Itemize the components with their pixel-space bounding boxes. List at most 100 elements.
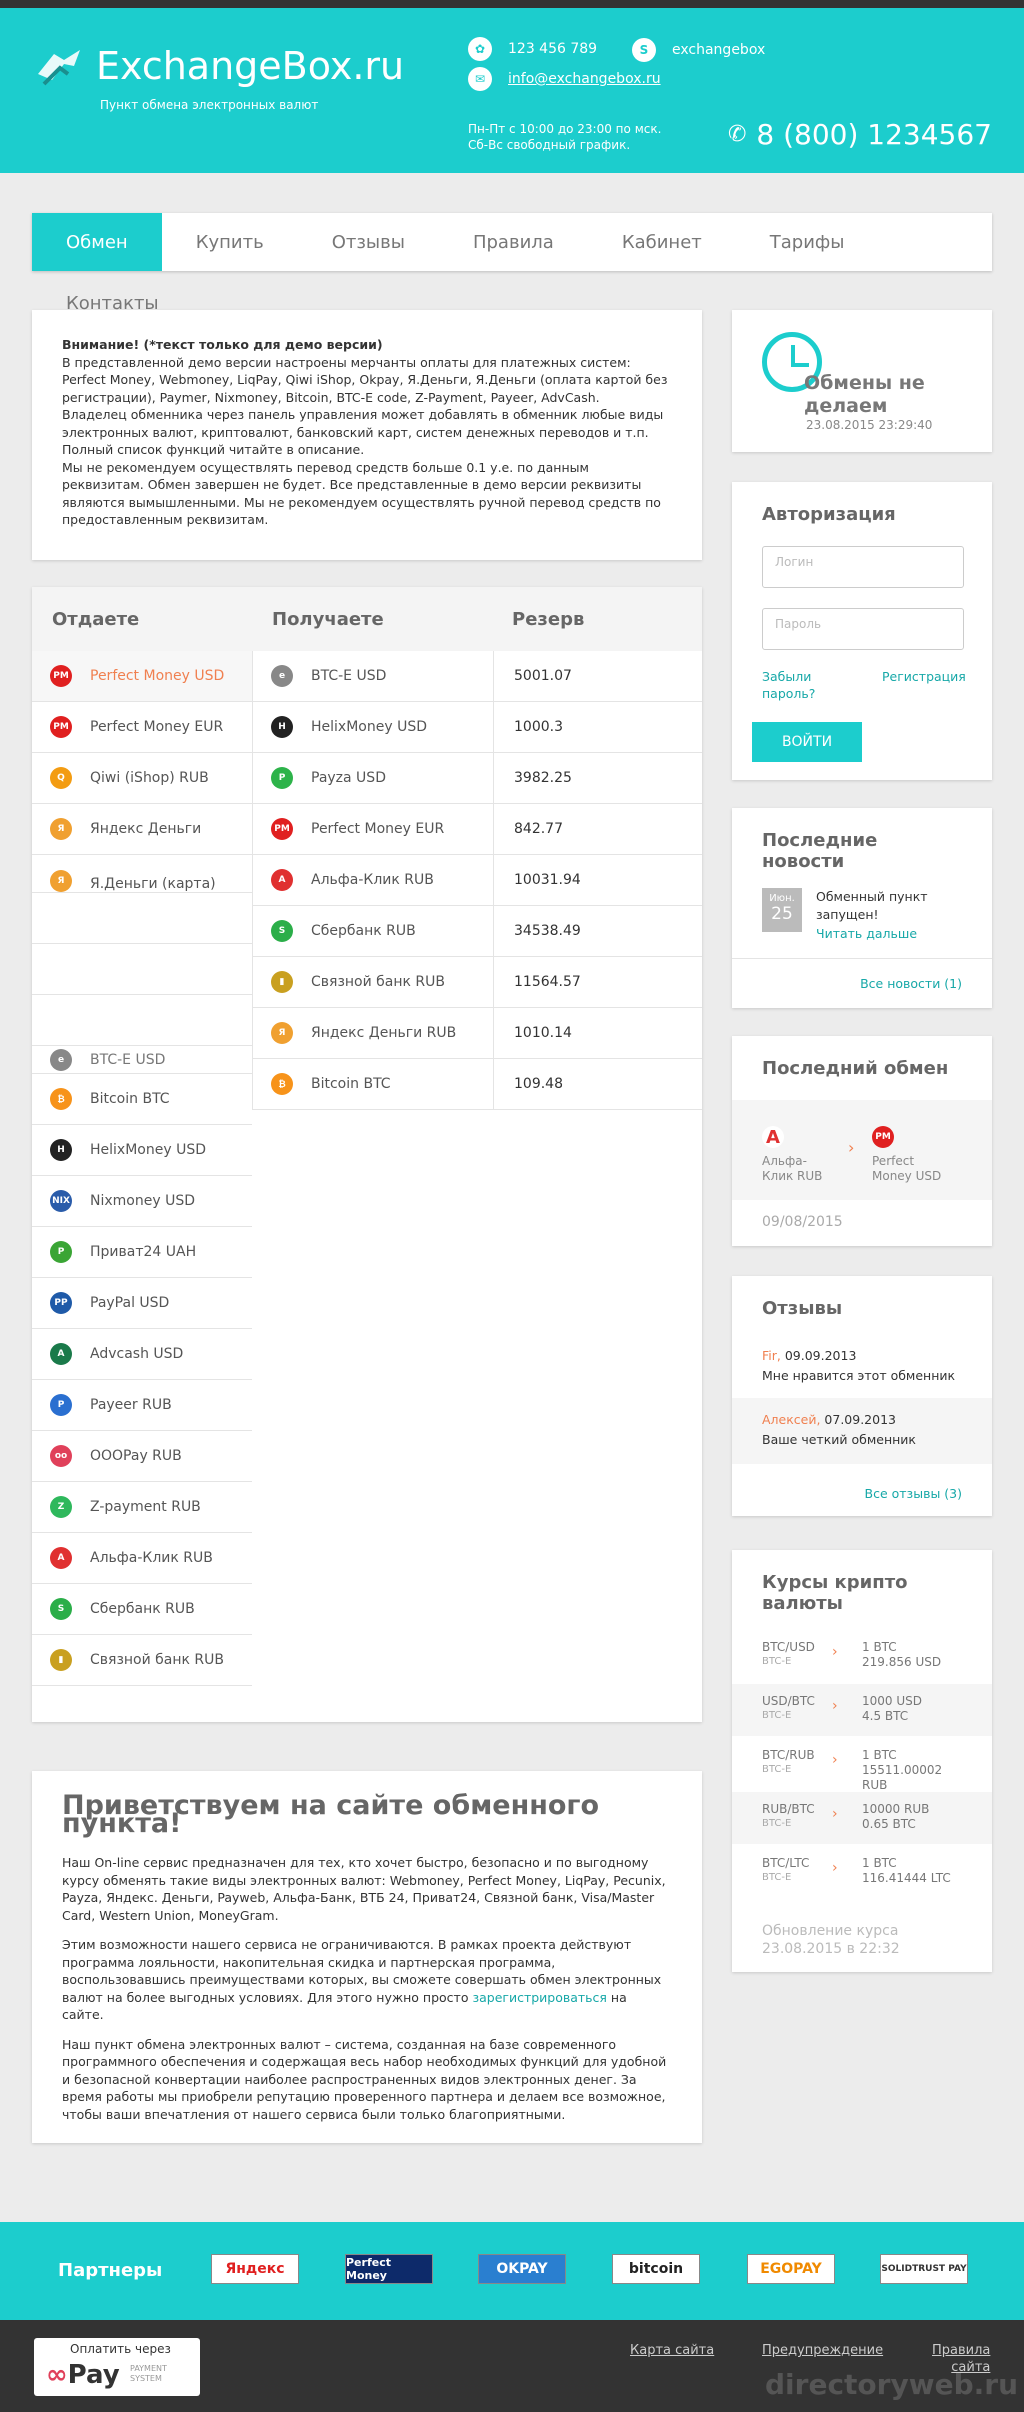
news-date-badge: Июн. 25 [762, 888, 802, 932]
table-row[interactable]: oo OOOPay RUB [32, 1431, 252, 1482]
footer-link-sitemap[interactable]: Карта сайта [630, 2342, 714, 2359]
table-row[interactable]: Я Яндекс Деньги RUB 1010.14 [253, 1008, 702, 1059]
bitcoin-icon: ₿ [271, 1073, 293, 1095]
table-row[interactable]: Я Я.Деньги (карта) [32, 855, 252, 893]
table-row[interactable]: ₿ Bitcoin BTC [32, 1074, 252, 1125]
table-row[interactable]: H HelixMoney USD 1000.3 [253, 702, 702, 753]
currency-label: Bitcoin BTC [311, 1076, 391, 1092]
logo[interactable]: ExchangeBox.ru [34, 44, 404, 90]
table-row[interactable]: P Payeer RUB [32, 1380, 252, 1431]
forgot-password-link[interactable]: Забыли пароль? [762, 668, 815, 702]
table-row[interactable]: А Альфа-Клик RUB 10031.94 [253, 855, 702, 906]
perfect-money-icon: PM [872, 1126, 894, 1148]
ooopay-badge[interactable]: Оплатить через ∞Pay PAYMENT SYSTEM [34, 2338, 200, 2396]
table-row [32, 944, 252, 995]
nav-item-buy[interactable]: Купить [162, 213, 298, 271]
table-row[interactable]: PP PayPal USD [32, 1278, 252, 1329]
currency-label: HelixMoney USD [90, 1142, 206, 1158]
auth-widget: Авторизация Логин Пароль Забыли пароль? … [732, 482, 992, 780]
header-phone[interactable]: ✆ 8 (800) 1234567 [728, 118, 992, 151]
payeer-icon: P [50, 1394, 72, 1416]
notice-line: В представленной демо версии настроены м… [62, 354, 668, 405]
table-row[interactable]: S Сбербанк RUB 34538.49 [253, 906, 702, 957]
arrow-right-icon: › [832, 1698, 838, 1714]
footer-link-warning[interactable]: Предупреждение [762, 2342, 883, 2359]
table-row[interactable]: A Advcash USD [32, 1329, 252, 1380]
partner-logo-perfect-money[interactable]: Perfect Money [345, 2254, 433, 2284]
table-row[interactable]: H HelixMoney USD [32, 1125, 252, 1176]
table-row[interactable]: Q Qiwi (iShop) RUB [32, 753, 252, 804]
password-input[interactable]: Пароль [762, 608, 964, 650]
table-row[interactable]: NIX Nixmoney USD [32, 1176, 252, 1227]
login-input[interactable]: Логин [762, 546, 964, 588]
nav-item-exchange[interactable]: Обмен [32, 213, 162, 271]
review-item[interactable]: Fir, 09.09.2013 Мне нравится этот обменн… [732, 1346, 992, 1406]
table-row[interactable]: PM Perfect Money EUR [32, 702, 252, 753]
table-row[interactable]: e BTC-E USD [32, 1046, 252, 1074]
nav-item-reviews[interactable]: Отзывы [298, 213, 439, 271]
partner-logo-egopay[interactable]: EGOPAY [747, 2254, 835, 2284]
table-row[interactable]: ▮ Связной банк RUB 11564.57 [253, 957, 702, 1008]
partner-logo-yandex[interactable]: Яндекс [211, 2254, 299, 2284]
table-row[interactable]: Z Z-payment RUB [32, 1482, 252, 1533]
z-payment-icon: Z [50, 1496, 72, 1518]
arrow-right-icon: › [832, 1806, 838, 1822]
rates-update-info: Обновление курса 23.08.2015 в 22:32 [762, 1923, 900, 1957]
crypto-rate-row: USD/BTC BTC-E › 1000 USD 4.5 BTC [732, 1684, 992, 1736]
registration-link[interactable]: Регистрация [882, 668, 966, 685]
currency-label: Bitcoin BTC [90, 1091, 170, 1107]
btc-e-icon: e [271, 665, 293, 687]
all-news-link[interactable]: Все новости (1) [860, 976, 962, 991]
watermark: directoryweb.ru [765, 2368, 1018, 2401]
table-row[interactable]: P Приват24 UAH [32, 1227, 252, 1278]
all-reviews-link[interactable]: Все отзывы (3) [865, 1486, 962, 1501]
header-get: Получаете [272, 609, 384, 630]
table-row[interactable]: ₿ Bitcoin BTC 109.48 [253, 1059, 702, 1110]
table-row[interactable]: А Альфа-Клик RUB [32, 1533, 252, 1584]
svyaznoy-icon: ▮ [271, 971, 293, 993]
perfect-money-icon: PM [50, 716, 72, 738]
table-row[interactable]: Я Яндекс Деньги [32, 804, 252, 855]
table-row[interactable]: ▮ Связной банк RUB [32, 1635, 252, 1686]
helixmoney-icon: H [271, 716, 293, 738]
currency-label: Nixmoney USD [90, 1193, 195, 1209]
status-text: Обмены не делаем [804, 372, 925, 417]
currency-label: Яндекс Деньги RUB [311, 1025, 457, 1041]
qiwi-icon: Q [50, 767, 72, 789]
partners-label: Партнеры [58, 2260, 163, 2281]
currency-label: Сбербанк RUB [90, 1601, 195, 1617]
status-date: 23.08.2015 23:29:40 [806, 418, 933, 432]
register-link[interactable]: зарегистрироваться [472, 1990, 607, 2005]
currency-label: Приват24 UAH [90, 1244, 197, 1260]
footer: Оплатить через ∞Pay PAYMENT SYSTEM Карта … [0, 2320, 1024, 2412]
table-row[interactable]: PM Perfect Money USD [32, 651, 252, 702]
nav-item-rules[interactable]: Правила [439, 213, 588, 271]
currency-label: HelixMoney USD [311, 719, 427, 735]
ooopay-icon: ∞ [46, 2360, 68, 2390]
currency-label: Связной банк RUB [311, 974, 446, 990]
divider [732, 958, 992, 959]
contact-skype[interactable]: exchangebox [672, 42, 765, 58]
partner-logo-solidtrust[interactable]: SOLIDTRUST PAY [880, 2254, 968, 2284]
table-row[interactable]: PM Perfect Money EUR 842.77 [253, 804, 702, 855]
table-row[interactable]: S Сбербанк RUB [32, 1584, 252, 1635]
review-item[interactable]: Алексей, 07.09.2013 Ваше четкий обменник [732, 1398, 992, 1464]
news-read-more-link[interactable]: Читать дальше [816, 926, 917, 941]
login-button[interactable]: ВОЙТИ [752, 722, 862, 762]
last-exchange-title: Последний обмен [762, 1058, 949, 1079]
contact-email[interactable]: info@exchangebox.ru [508, 71, 661, 87]
table-row[interactable]: P Payza USD 3982.25 [253, 753, 702, 804]
partner-logo-bitcoin[interactable]: bitcoin [612, 2254, 700, 2284]
nav-item-cabinet[interactable]: Кабинет [588, 213, 736, 271]
arrow-right-icon: › [832, 1860, 838, 1876]
last-exchange-item[interactable]: А Альфа- Клик RUB › PM Perfect Money USD [732, 1100, 992, 1200]
nav-item-tariffs[interactable]: Тарифы [736, 213, 879, 271]
main-nav: Обмен Купить Отзывы Правила Кабинет Тари… [32, 213, 992, 271]
table-row[interactable]: e BTC-E USD 5001.07 [253, 651, 702, 702]
last-exchange-widget: Последний обмен А Альфа- Клик RUB › PM P… [732, 1036, 992, 1246]
currency-label: Сбербанк RUB [311, 923, 416, 939]
btc-e-icon: e [50, 1048, 72, 1071]
reviews-title: Отзывы [762, 1298, 843, 1319]
partner-logo-okpay[interactable]: OKPAY [478, 2254, 566, 2284]
yandex-money-icon: Я [271, 1022, 293, 1044]
